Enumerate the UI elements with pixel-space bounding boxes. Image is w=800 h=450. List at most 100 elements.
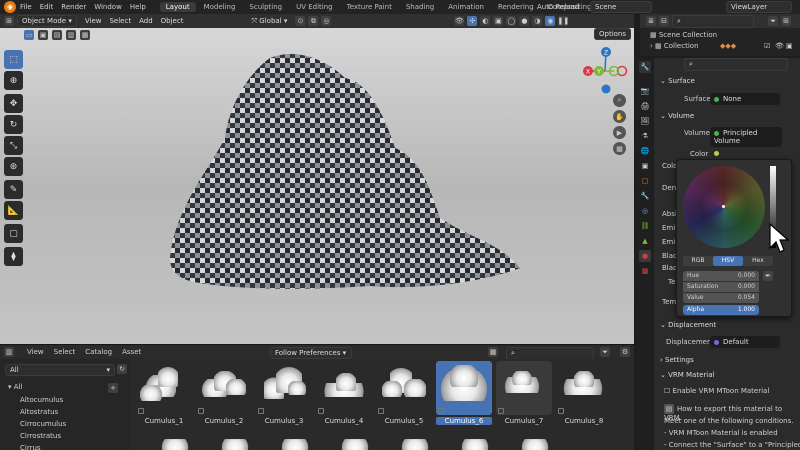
material-tab-icon[interactable]: ● bbox=[639, 250, 651, 262]
editor-type-icon[interactable]: ⊞ bbox=[4, 16, 14, 26]
select-menu[interactable]: Select bbox=[109, 17, 131, 25]
menu-help[interactable]: Help bbox=[130, 3, 146, 11]
catalog-item[interactable]: Cirrus bbox=[20, 444, 66, 450]
measure-icon[interactable]: 📐 bbox=[4, 201, 23, 220]
visibility-icon[interactable]: 👁 bbox=[454, 16, 465, 26]
hsv-tab[interactable]: HSV bbox=[713, 256, 743, 266]
view-menu[interactable]: View bbox=[85, 17, 102, 25]
collection-row[interactable]: › ▦ Collection ◆◆◆ ☑ 👁 ▣ bbox=[650, 42, 798, 50]
surface-section-header[interactable]: ⌄ Surface bbox=[654, 77, 800, 85]
cloud-thumbnail-partial[interactable] bbox=[340, 439, 370, 450]
transform-pivot-icon[interactable]: ⧫ bbox=[4, 247, 23, 266]
displacement-section-header[interactable]: ⌄ Displacement bbox=[654, 321, 800, 329]
hex-tab[interactable]: Hex bbox=[743, 256, 773, 266]
asset-item[interactable]: Cumulus_5 bbox=[376, 361, 432, 427]
collection-tab-icon[interactable]: ▣ bbox=[639, 160, 651, 172]
outliner-filter-icon[interactable]: ⏷ bbox=[768, 16, 778, 26]
physics-tab-icon[interactable]: ◎ bbox=[639, 205, 651, 217]
cloud-thumbnail-partial[interactable] bbox=[520, 439, 550, 450]
cloud-thumbnail-partial[interactable] bbox=[280, 439, 310, 450]
gizmo-toggle-icon[interactable]: ✣ bbox=[467, 16, 478, 26]
3d-viewport[interactable]: Options Z X Y ⌕ ✋ ▶ ▦ bbox=[0, 28, 634, 344]
asset-checkbox[interactable] bbox=[258, 408, 264, 414]
color-socket-dot[interactable] bbox=[714, 151, 719, 156]
zoom-icon[interactable]: ⌕ bbox=[613, 94, 626, 107]
catalog-item[interactable]: Cirrostratus bbox=[20, 432, 66, 444]
overlay-icon[interactable]: ◐ bbox=[480, 16, 491, 26]
workspace-tab-rendering[interactable]: Rendering bbox=[492, 2, 540, 12]
workspace-tab-texture-paint[interactable]: Texture Paint bbox=[341, 2, 398, 12]
rgb-tab[interactable]: RGB bbox=[683, 256, 713, 266]
library-dropdown[interactable]: All ▾ bbox=[5, 364, 115, 376]
workspace-tab-shading[interactable]: Shading bbox=[400, 2, 440, 12]
menu-render[interactable]: Render bbox=[61, 3, 86, 11]
transform-icon[interactable]: ⊛ bbox=[4, 157, 23, 176]
proportional-edit-icon[interactable]: ◎ bbox=[321, 16, 332, 26]
asset-checkbox[interactable] bbox=[378, 408, 384, 414]
data-tab-icon[interactable]: ▲ bbox=[639, 235, 651, 247]
asset-menu-asset[interactable]: Asset bbox=[122, 348, 141, 356]
asset-checkbox[interactable] bbox=[198, 408, 204, 414]
asset-item[interactable]: Cumulus_3 bbox=[256, 361, 312, 427]
properties-search-input[interactable]: ⌕ bbox=[684, 57, 788, 71]
modifier-tab-icon[interactable]: 🔧 bbox=[639, 190, 651, 202]
asset-item[interactable]: Cumulus_1 bbox=[136, 361, 192, 427]
cloud-thumbnail-partial[interactable] bbox=[400, 439, 430, 450]
import-method-dropdown[interactable]: Follow Preferences ▾ bbox=[270, 347, 352, 359]
asset-item[interactable]: Cumulus_8 bbox=[556, 361, 612, 427]
settings-section-header[interactable]: › Settings bbox=[654, 356, 800, 364]
menu-file[interactable]: File bbox=[20, 3, 32, 11]
asset-settings-gear-icon[interactable]: ⚙ bbox=[620, 347, 630, 357]
vrm-mtoon-checkbox[interactable]: ☐ Enable VRM MToon Material bbox=[664, 387, 769, 395]
texture-tab-icon[interactable]: ▩ bbox=[639, 265, 651, 277]
select-invert-icon[interactable]: ▥ bbox=[66, 30, 76, 40]
asset-checkbox[interactable] bbox=[438, 408, 444, 414]
asset-item[interactable]: Cumulus_2 bbox=[196, 361, 252, 427]
asset-menu-select[interactable]: Select bbox=[54, 348, 76, 356]
collection-render-icon[interactable]: ▣ bbox=[786, 42, 793, 50]
rotate-icon[interactable]: ↻ bbox=[4, 115, 23, 134]
refresh-library-icon[interactable]: ↻ bbox=[117, 364, 127, 374]
volume-shader-field[interactable]: Principled Volume bbox=[710, 127, 782, 147]
add-catalog-icon[interactable]: + bbox=[108, 383, 118, 393]
surface-shader-field[interactable]: None bbox=[710, 93, 780, 105]
display-mode-dropdown-icon[interactable]: ⊟ bbox=[659, 16, 669, 26]
asset-checkbox[interactable] bbox=[558, 408, 564, 414]
displacement-field[interactable]: Default bbox=[710, 336, 780, 348]
view-layer-selector[interactable]: ViewLayer bbox=[726, 1, 792, 13]
value-field[interactable]: Value 0.054 bbox=[683, 293, 759, 303]
transform-orientation-dropdown[interactable]: ⤧ Global ▾ bbox=[251, 17, 287, 26]
select-box-icon[interactable]: ⬚ bbox=[4, 50, 23, 69]
cursor-icon[interactable]: ⊕ bbox=[4, 71, 23, 90]
view-layer-tab-icon[interactable]: 🖼 bbox=[639, 115, 651, 127]
object-tab-icon[interactable]: ▢ bbox=[639, 175, 651, 187]
material-shading-icon[interactable]: ◑ bbox=[532, 16, 543, 26]
camera-icon[interactable]: ▶ bbox=[613, 126, 626, 139]
blender-logo-icon[interactable]: ◉ bbox=[4, 1, 16, 13]
collection-checkbox-icon[interactable]: ☑ bbox=[764, 42, 770, 50]
cloud-thumbnail-partial[interactable] bbox=[160, 439, 190, 450]
asset-filter-icon[interactable]: ⏷ bbox=[600, 347, 610, 357]
world-tab-icon[interactable]: 🌐 bbox=[639, 145, 651, 157]
pivot-icon[interactable]: ⊙ bbox=[295, 16, 306, 26]
asset-menu-catalog[interactable]: Catalog bbox=[85, 348, 112, 356]
eyedropper-icon[interactable]: ✒ bbox=[763, 271, 773, 281]
scale-icon[interactable]: ⤡ bbox=[4, 136, 23, 155]
object-menu[interactable]: Object bbox=[161, 17, 184, 25]
mode-dropdown[interactable]: Object Mode ▾ bbox=[17, 15, 77, 27]
saturation-field[interactable]: Saturation 0.000 bbox=[683, 282, 759, 292]
scene-tab-icon[interactable]: ⚗ bbox=[639, 130, 651, 142]
asset-editor-type-icon[interactable]: ▥ bbox=[4, 347, 14, 357]
asset-checkbox[interactable] bbox=[318, 408, 324, 414]
pan-hand-icon[interactable]: ✋ bbox=[613, 110, 626, 123]
collection-visibility-icon[interactable]: 👁 bbox=[775, 42, 784, 50]
grid-view-icon[interactable]: ▦ bbox=[613, 142, 626, 155]
cloud-thumbnail-partial[interactable] bbox=[460, 439, 490, 450]
select-intersect-icon[interactable]: ▦ bbox=[80, 30, 90, 40]
asset-item[interactable]: Cumulus_4 bbox=[316, 361, 372, 427]
asset-checkbox[interactable] bbox=[498, 408, 504, 414]
catalog-root[interactable]: ▾ All bbox=[8, 383, 22, 391]
constraint-tab-icon[interactable]: ⛓ bbox=[639, 220, 651, 232]
add-cube-icon[interactable]: ▢ bbox=[4, 224, 23, 243]
scene-selector[interactable]: Scene bbox=[590, 1, 652, 13]
